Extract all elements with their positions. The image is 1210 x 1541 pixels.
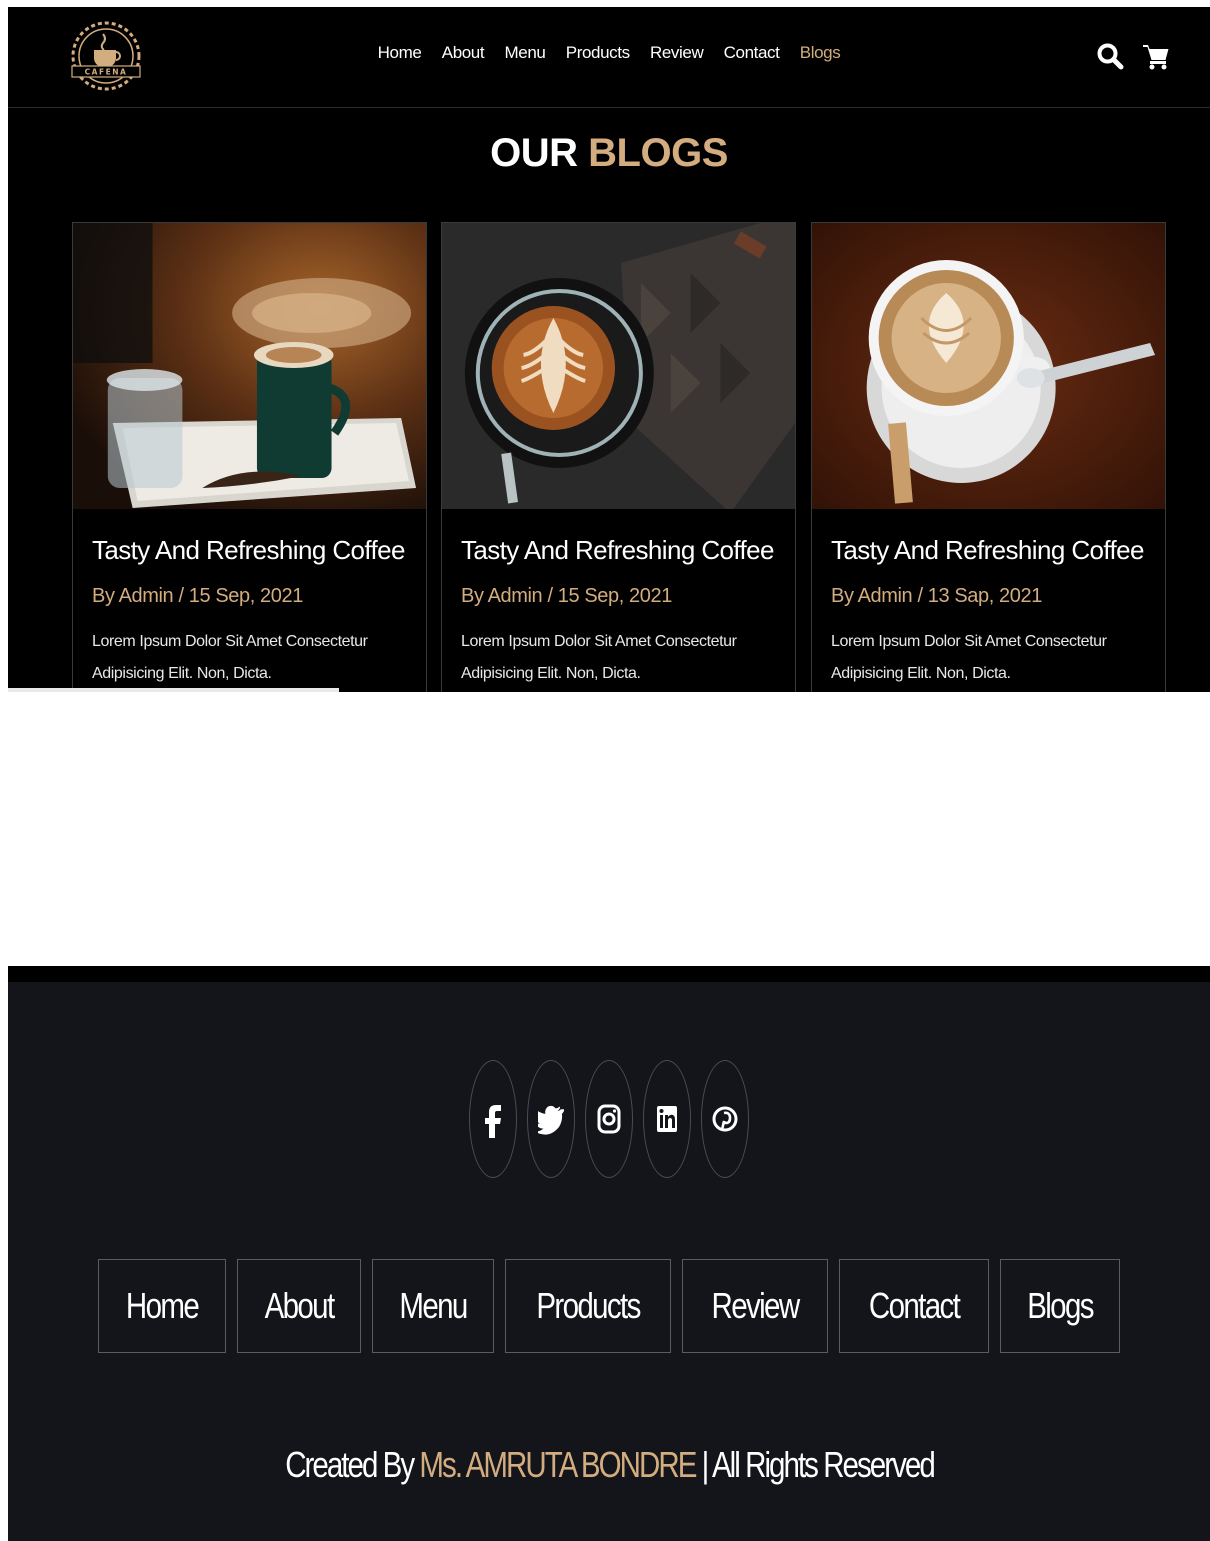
nav-blogs[interactable]: Blogs xyxy=(800,43,841,63)
blog-card[interactable]: Tasty And Refreshing Coffee By Admin / 1… xyxy=(811,222,1166,692)
footer-link-label: Home xyxy=(125,1285,200,1326)
nav-review[interactable]: Review xyxy=(650,43,704,63)
credit-author: Ms. AMRUTA BONDRE xyxy=(418,1444,697,1485)
instagram-icon xyxy=(597,1104,621,1134)
site-footer: Home About Menu Products Review Contact … xyxy=(8,966,1210,1541)
blog-excerpt: Lorem Ipsum Dolor Sit Amet Consectetur A… xyxy=(92,633,368,682)
top-section: CAFENA Home About Menu Products Review C… xyxy=(8,7,1210,692)
footer-link-label: About xyxy=(264,1285,335,1326)
horizontal-scrollbar[interactable] xyxy=(8,688,339,692)
search-icon[interactable] xyxy=(1096,42,1124,70)
social-links xyxy=(8,1060,1210,1178)
blog-meta: By Admin / 13 Sap, 2021 xyxy=(831,585,1042,607)
section-title: OUR BLOGS xyxy=(8,131,1210,176)
footer-link-products[interactable]: Products xyxy=(504,1259,672,1353)
section-title-white: OUR xyxy=(490,131,578,175)
footer-credit: Created By Ms. AMRUTA BONDRE | All Right… xyxy=(8,1444,1210,1486)
nav-about[interactable]: About xyxy=(442,43,485,63)
blog-excerpt: Lorem Ipsum Dolor Sit Amet Consectetur A… xyxy=(461,633,737,682)
footer-link-label: Contact xyxy=(868,1285,961,1326)
blog-card[interactable]: Tasty And Refreshing Coffee By Admin / 1… xyxy=(72,222,427,692)
twitter-icon xyxy=(538,1105,564,1135)
blog-image-coffee-tray xyxy=(73,223,426,509)
logo-text: CAFENA xyxy=(85,68,128,77)
footer-link-menu[interactable]: Menu xyxy=(371,1259,494,1353)
footer-link-label: Blogs xyxy=(1027,1285,1094,1326)
blog-excerpt: Lorem Ipsum Dolor Sit Amet Consectetur A… xyxy=(831,633,1107,682)
blog-meta: By Admin / 15 Sep, 2021 xyxy=(461,585,672,607)
credit-prefix: Created By xyxy=(284,1444,415,1485)
blog-image-latte-saucer xyxy=(812,223,1165,509)
nav-home[interactable]: Home xyxy=(378,43,422,63)
blog-image-latte-dark xyxy=(442,223,795,509)
section-title-accent: BLOGS xyxy=(588,131,728,175)
main-nav: Home About Menu Products Review Contact … xyxy=(8,43,1210,63)
blog-card[interactable]: Tasty And Refreshing Coffee By Admin / 1… xyxy=(441,222,796,692)
footer-link-about[interactable]: About xyxy=(236,1259,361,1353)
pinterest-icon xyxy=(712,1106,738,1132)
footer-link-contact[interactable]: Contact xyxy=(839,1259,990,1353)
social-linkedin[interactable] xyxy=(643,1060,691,1178)
header-icons xyxy=(1096,41,1170,71)
footer-link-label: Products xyxy=(536,1285,641,1326)
facebook-icon xyxy=(485,1105,501,1138)
social-twitter[interactable] xyxy=(527,1060,575,1178)
social-instagram[interactable] xyxy=(585,1060,633,1178)
cart-icon[interactable] xyxy=(1142,42,1170,70)
site-header: CAFENA Home About Menu Products Review C… xyxy=(8,7,1210,108)
nav-products[interactable]: Products xyxy=(566,43,630,63)
linkedin-icon xyxy=(657,1106,677,1132)
footer-link-blogs[interactable]: Blogs xyxy=(1000,1259,1121,1353)
footer-link-home[interactable]: Home xyxy=(97,1259,226,1353)
footer-link-review[interactable]: Review xyxy=(682,1259,829,1353)
nav-contact[interactable]: Contact xyxy=(724,43,780,63)
nav-menu[interactable]: Menu xyxy=(505,43,546,63)
blog-title[interactable]: Tasty And Refreshing Coffee xyxy=(461,535,774,566)
blog-meta: By Admin / 15 Sep, 2021 xyxy=(92,585,303,607)
blog-title[interactable]: Tasty And Refreshing Coffee xyxy=(831,535,1144,566)
social-facebook[interactable] xyxy=(469,1060,517,1178)
footer-link-label: Menu xyxy=(399,1285,468,1326)
footer-link-label: Review xyxy=(711,1285,801,1326)
credit-suffix: | All Rights Reserved xyxy=(701,1444,935,1485)
blog-title[interactable]: Tasty And Refreshing Coffee xyxy=(92,535,405,566)
social-pinterest[interactable] xyxy=(701,1060,749,1178)
footer-nav: Home About Menu Products Review Contact … xyxy=(8,1259,1210,1353)
